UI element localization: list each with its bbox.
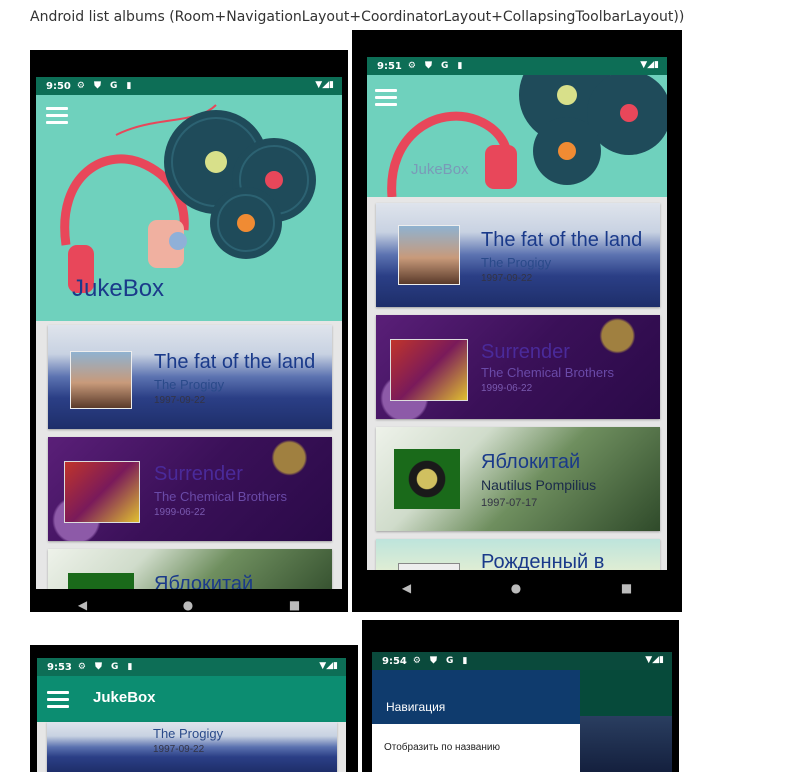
recents-icon[interactable]: ■ — [289, 598, 300, 612]
album-card[interactable]: Яблокитай Nautilus Pompilius 1997-07-17 — [376, 427, 660, 531]
page-title: Android list albums (Room+NavigationLayo… — [30, 9, 685, 25]
status-icons: ⚙ ⛊ G ▮ — [76, 81, 135, 91]
status-bar: 9:50 ⚙ ⛊ G ▮ ▼◢▮ — [36, 77, 342, 95]
status-time: 9:50 — [46, 80, 71, 92]
status-time: 9:51 — [377, 60, 402, 72]
album-date: 1999-06-22 — [154, 507, 206, 518]
album-title: The fat of the land — [154, 351, 316, 373]
recents-icon[interactable]: ■ — [621, 581, 632, 595]
menu-icon[interactable] — [47, 691, 69, 708]
album-card[interactable]: The fat of the land The Progigy 1997-09-… — [376, 203, 660, 307]
app-toolbar: JukeBox — [37, 676, 346, 722]
home-icon[interactable]: ● — [183, 598, 193, 612]
battery-icon: ▼◢▮ — [319, 661, 338, 671]
album-cover — [70, 351, 132, 409]
status-bar: 9:51 ⚙ ⛊ G ▮ ▼◢▮ — [367, 57, 667, 75]
scrim-content — [580, 716, 672, 772]
navigation-bar: ◀ ● ■ — [352, 578, 682, 598]
album-artist: The Progigy — [153, 726, 224, 741]
album-title: Яблокитай — [154, 573, 254, 589]
album-artist: Nautilus Pompilius — [481, 477, 597, 493]
screen: 9:51 ⚙ ⛊ G ▮ ▼◢▮ JukeBox The fat of the … — [367, 57, 667, 570]
album-artist: The Progigy — [481, 255, 552, 270]
screen: 9:53 ⚙ ⛊ G ▮ ▼◢▮ JukeBox The Progigy 199… — [37, 658, 346, 772]
drawer-header: Навигация — [372, 670, 580, 724]
toolbar-title: JukeBox — [93, 689, 156, 706]
album-artist: The Chemical Brothers — [481, 365, 614, 380]
phone-screenshot-2: 9:51 ⚙ ⛊ G ▮ ▼◢▮ JukeBox The fat of the … — [352, 30, 682, 612]
album-cover — [390, 339, 468, 401]
album-date: 1997-07-17 — [481, 497, 538, 509]
navigation-drawer: Навигация Отобразить по названию — [372, 670, 580, 772]
scrim-toolbar — [580, 670, 672, 716]
battery-icon: ▼◢▮ — [640, 60, 659, 70]
status-icons: ⚙ ⛊ G ▮ — [77, 662, 136, 672]
status-time: 9:53 — [47, 661, 72, 673]
album-date: 1997-09-22 — [153, 744, 205, 755]
drawer-header-title: Навигация — [386, 700, 446, 714]
status-bar: 9:54 ⚙ ⛊ G ▮ ▼◢▮ — [372, 652, 672, 670]
album-artist: The Chemical Brothers — [154, 489, 287, 504]
collapsing-header: JukeBox — [367, 75, 667, 197]
album-card[interactable]: Рожденный в — [376, 539, 660, 570]
home-icon[interactable]: ● — [511, 581, 521, 595]
album-cover — [394, 449, 460, 509]
album-artist: The Progigy — [154, 377, 225, 392]
album-card[interactable]: Яблокитай — [48, 549, 332, 589]
battery-icon: ▼◢▮ — [315, 80, 334, 90]
album-title: Surrender — [154, 463, 243, 485]
phone-screenshot-3: 9:53 ⚙ ⛊ G ▮ ▼◢▮ JukeBox The Progigy 199… — [30, 645, 358, 772]
navigation-bar: ◀ ● ■ — [30, 595, 348, 612]
album-card[interactable]: The fat of the land The Progigy 1997-09-… — [48, 325, 332, 429]
album-title: Рожденный в — [481, 551, 605, 570]
album-cover — [398, 225, 460, 285]
album-title: Surrender — [481, 341, 570, 363]
album-date: 1997-09-22 — [481, 273, 533, 284]
album-card[interactable]: Surrender The Chemical Brothers 1999-06-… — [376, 315, 660, 419]
screen: 9:50 ⚙ ⛊ G ▮ ▼◢▮ JukeBox The fat of the … — [36, 77, 342, 589]
status-icons: ⚙ ⛊ G ▮ — [412, 656, 471, 666]
back-icon[interactable]: ◀ — [78, 598, 87, 612]
album-card[interactable]: The Progigy 1997-09-22 — [47, 722, 337, 772]
album-date: 1997-09-22 — [154, 395, 206, 406]
album-cover — [68, 573, 134, 589]
album-cover — [64, 461, 140, 523]
status-bar: 9:53 ⚙ ⛊ G ▮ ▼◢▮ — [37, 658, 346, 676]
back-icon[interactable]: ◀ — [402, 581, 411, 595]
header-title: JukeBox — [411, 161, 469, 178]
album-cover — [398, 563, 460, 570]
album-date: 1999-06-22 — [481, 383, 533, 394]
album-card[interactable]: Surrender The Chemical Brothers 1999-06-… — [48, 437, 332, 541]
screen: 9:54 ⚙ ⛊ G ▮ ▼◢▮ Навигация Отобразить по… — [372, 652, 672, 772]
headphones-records-illustration — [387, 75, 667, 197]
drawer-item-sort-by-name[interactable]: Отобразить по названию — [384, 742, 500, 753]
status-icons: ⚙ ⛊ G ▮ — [407, 61, 466, 71]
status-time: 9:54 — [382, 655, 407, 667]
album-title: The fat of the land — [481, 229, 643, 251]
collapsing-header: JukeBox — [36, 95, 342, 321]
phone-screenshot-1: 9:50 ⚙ ⛊ G ▮ ▼◢▮ JukeBox The fat of the … — [30, 50, 348, 612]
header-title: JukeBox — [72, 275, 165, 302]
album-title: Яблокитай — [481, 451, 581, 473]
battery-icon: ▼◢▮ — [645, 655, 664, 665]
phone-screenshot-4: 9:54 ⚙ ⛊ G ▮ ▼◢▮ Навигация Отобразить по… — [362, 620, 679, 772]
